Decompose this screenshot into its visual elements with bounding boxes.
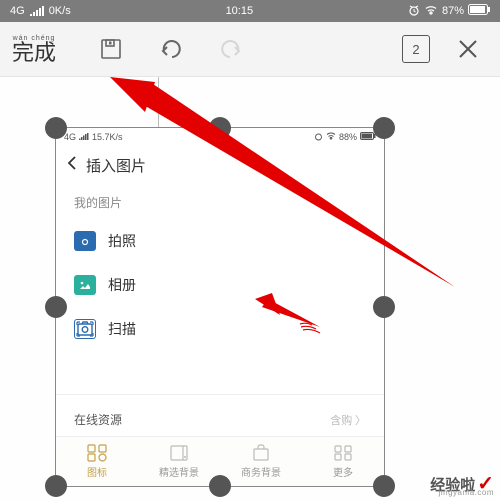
camera-icon bbox=[74, 231, 96, 251]
handle-top-left[interactable] bbox=[45, 117, 67, 139]
alarm-icon bbox=[314, 132, 323, 143]
tab-more[interactable]: 更多 bbox=[302, 437, 384, 486]
canvas-area[interactable]: 4G 15.7K/s 10:13 88% 插入图片 bbox=[0, 77, 500, 500]
alarm-icon bbox=[408, 4, 420, 19]
close-icon[interactable] bbox=[448, 29, 488, 69]
page-indicator[interactable]: 2 bbox=[402, 35, 430, 63]
handle-left-mid[interactable] bbox=[45, 296, 67, 318]
guide-line-v bbox=[158, 77, 159, 127]
handle-bottom-mid[interactable] bbox=[209, 475, 231, 497]
menu-item-gallery[interactable]: 相册 bbox=[74, 263, 366, 307]
battery-icon bbox=[468, 4, 490, 18]
inner-title: 插入图片 bbox=[86, 155, 146, 176]
done-button[interactable]: wán chéng 完成 bbox=[12, 35, 56, 64]
save-icon[interactable] bbox=[91, 29, 131, 69]
battery-percent: 87% bbox=[442, 5, 464, 17]
section-my-pictures: 我的图片 bbox=[56, 184, 384, 219]
wifi-icon bbox=[424, 5, 438, 18]
handle-bottom-left[interactable] bbox=[45, 475, 67, 497]
handle-bottom-right[interactable] bbox=[373, 475, 395, 497]
handle-right-mid[interactable] bbox=[373, 296, 395, 318]
gallery-icon bbox=[74, 275, 96, 295]
selection-box[interactable]: 4G 15.7K/s 10:13 88% 插入图片 bbox=[55, 127, 385, 487]
inner-screenshot: 4G 15.7K/s 10:13 88% 插入图片 bbox=[56, 128, 384, 486]
online-resources-row[interactable]: 在线资源 含购 〉 bbox=[56, 403, 384, 436]
scan-icon bbox=[74, 319, 96, 339]
status-time: 10:15 bbox=[71, 5, 408, 17]
signal-icon bbox=[79, 132, 89, 142]
back-icon[interactable] bbox=[66, 155, 78, 176]
network-speed: 0K/s bbox=[49, 5, 71, 17]
undo-icon[interactable] bbox=[151, 29, 191, 69]
editor-toolbar: wán chéng 完成 2 bbox=[0, 22, 500, 77]
tab-featured-bg[interactable]: 精选背景 bbox=[138, 437, 220, 486]
watermark: 经验啦 ✓ jingyanla.com bbox=[430, 471, 494, 496]
inner-header: 插入图片 bbox=[56, 146, 384, 184]
redo-icon[interactable] bbox=[211, 29, 251, 69]
menu-item-camera[interactable]: 拍照 bbox=[74, 219, 366, 263]
network-type: 4G bbox=[10, 5, 25, 17]
signal-icon bbox=[30, 6, 44, 16]
tab-business-bg[interactable]: 商务背景 bbox=[220, 437, 302, 486]
handle-top-mid[interactable] bbox=[209, 117, 231, 139]
tab-icon[interactable]: 图标 bbox=[56, 437, 138, 486]
wifi-icon bbox=[326, 132, 336, 142]
handle-top-right[interactable] bbox=[373, 117, 395, 139]
outer-status-bar: 4G 0K/s 10:15 87% bbox=[0, 0, 500, 22]
menu-item-scan[interactable]: 扫描 bbox=[74, 307, 366, 351]
